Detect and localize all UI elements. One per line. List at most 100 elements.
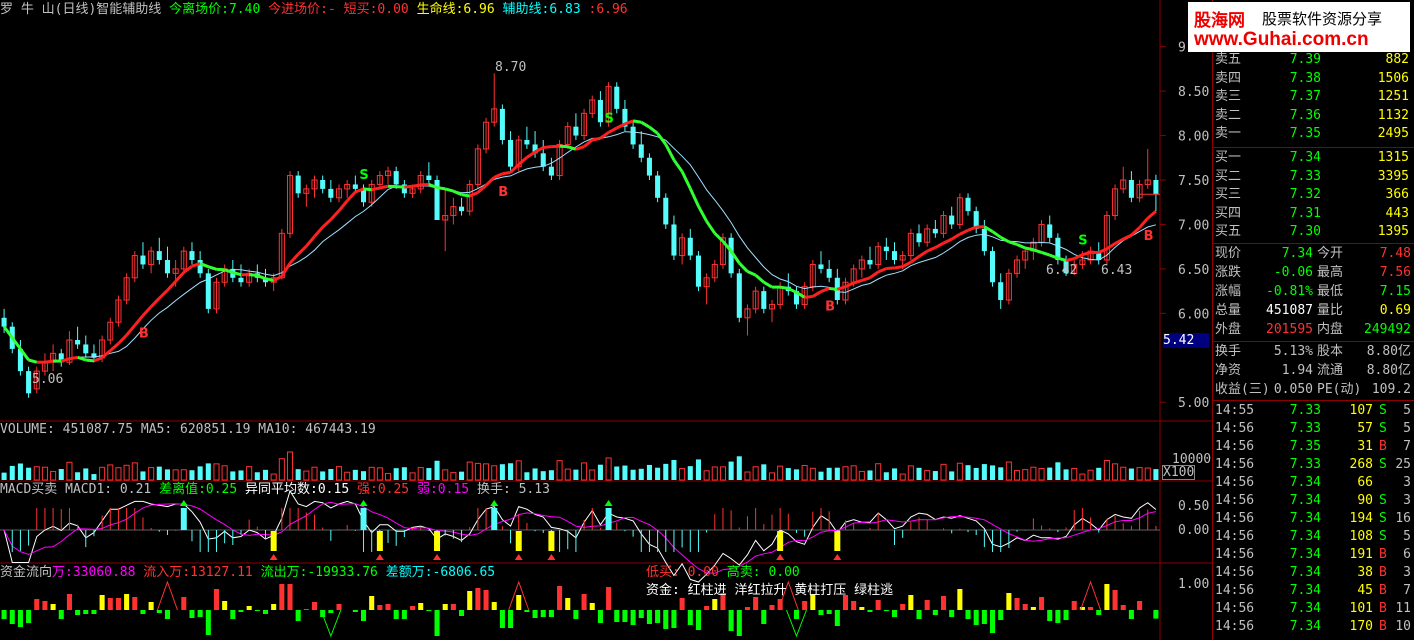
bid-row[interactable]: 买五 7.30 1395 xyxy=(1213,223,1414,241)
ask-row[interactable]: 卖二 7.36 1132 xyxy=(1213,107,1414,125)
fund-bar xyxy=(450,604,456,610)
fund-bar xyxy=(107,598,113,610)
stat-row[interactable]: 外盘 201595 内盘 249492 xyxy=(1213,321,1414,339)
candle-down xyxy=(671,224,677,256)
volume-bar xyxy=(1128,468,1134,480)
price-tick-label: 8.50 xyxy=(1178,85,1209,100)
stat-label: 今开 xyxy=(1317,246,1344,261)
volume-bar xyxy=(655,467,661,480)
stat-row[interactable]: 涨跌 -0.06 最高 7.56 xyxy=(1213,264,1414,282)
fund-bar xyxy=(867,610,873,612)
life-line-segment xyxy=(812,290,822,298)
bid-row[interactable]: 买一 7.34 1315 xyxy=(1213,149,1414,167)
volume-bar xyxy=(728,461,734,480)
volume-bar xyxy=(842,466,849,481)
stat-label: 最低 xyxy=(1317,284,1344,299)
fund-bar xyxy=(369,596,375,610)
candle-down xyxy=(597,100,603,123)
bid-row[interactable]: 买三 7.32 366 xyxy=(1213,186,1414,204)
ad-url[interactable]: www.Guhai.com.cn xyxy=(1194,29,1369,51)
fund-bar xyxy=(728,610,734,631)
tick-time: 14:56 xyxy=(1215,547,1255,562)
tick-row[interactable]: 14:56 7.34 101 B 11 xyxy=(1213,600,1414,618)
macd-up-signal xyxy=(491,508,498,530)
life-line-segment xyxy=(526,150,536,159)
volume-bar xyxy=(1014,470,1021,481)
life-line-segment xyxy=(305,235,316,248)
fund-bar xyxy=(491,602,497,610)
fund-wan-value: 33060.88 xyxy=(72,565,136,580)
ask-row[interactable]: 卖四 7.38 1506 xyxy=(1213,70,1414,88)
volume-bar xyxy=(115,467,122,481)
ask-row[interactable]: 卖三 7.37 1251 xyxy=(1213,88,1414,106)
volume-bar xyxy=(1005,461,1012,481)
volume-bar xyxy=(221,465,228,481)
life-line-segment xyxy=(346,190,357,202)
volume-bar xyxy=(564,468,571,481)
tick-row[interactable]: 14:56 7.34 194 S 16 xyxy=(1213,510,1414,528)
life-line-segment xyxy=(265,277,274,282)
macd-down-signal xyxy=(834,531,841,551)
strong-label: 强: xyxy=(357,482,378,497)
life-line-segment xyxy=(469,191,479,198)
tick-row[interactable]: 14:56 7.34 170 B 10 xyxy=(1213,618,1414,636)
macd-up-signal xyxy=(180,508,187,530)
tick-row[interactable]: 14:56 7.33 268 S 25 xyxy=(1213,456,1414,474)
volume-bar xyxy=(630,469,636,480)
fund-bar xyxy=(1055,610,1061,623)
tick-row[interactable]: 14:56 7.33 57 S 5 xyxy=(1213,420,1414,438)
life-line-segment xyxy=(1057,256,1067,262)
volume-bar xyxy=(932,471,938,480)
tick-row[interactable]: 14:55 7.33 107 S 5 xyxy=(1213,402,1414,420)
aux-line-label: 辅助线: xyxy=(502,2,550,17)
tick-count: 6 xyxy=(1403,547,1411,562)
fund-bar xyxy=(1120,605,1126,610)
bid-row[interactable]: 买二 7.33 3395 xyxy=(1213,168,1414,186)
fund-bar xyxy=(679,598,685,610)
ask-label: 卖一 xyxy=(1215,126,1242,141)
volume-bar xyxy=(540,471,546,480)
life-line-segment xyxy=(280,262,292,278)
fund-bar xyxy=(295,610,301,621)
volume-bar xyxy=(1087,469,1094,481)
volume-bar xyxy=(303,470,310,481)
ask-row[interactable]: 卖一 7.35 2495 xyxy=(1213,125,1414,143)
fund-stat-row[interactable]: 换手 5.13% 股本 8.80亿 xyxy=(1213,343,1414,361)
fund-stat-row[interactable]: 净资 1.94 流通 8.80亿 xyxy=(1213,362,1414,380)
tick-row[interactable]: 14:56 7.34 108 S 5 xyxy=(1213,528,1414,546)
fund-stat-row[interactable]: 收益(三) 0.050 PE(动) 109.2 xyxy=(1213,381,1414,399)
stat-row[interactable]: 总量 451087 量比 0.69 xyxy=(1213,302,1414,320)
tick-row[interactable]: 14:56 7.34 191 B 6 xyxy=(1213,546,1414,564)
chart-header: 罗 牛 山(日线)智能辅助线 今离场价:7.40 今进场价:- 短买:0.00 … xyxy=(0,2,628,17)
kline-chart[interactable]: 9 8.50 8.00 7.50 7.00 6.50 6.00 5.00 B S B S B S B xyxy=(0,0,1212,640)
tick-row[interactable]: 14:56 7.34 66 3 xyxy=(1213,474,1414,492)
avg-value: 0.15 xyxy=(317,482,350,497)
tick-divider xyxy=(1213,400,1414,401)
exit-price-label: 今离场价: xyxy=(169,2,229,17)
fund-bar xyxy=(303,609,309,610)
fund-stat-label: 换手 xyxy=(1215,344,1242,359)
tick-row[interactable]: 14:56 7.34 45 B 7 xyxy=(1213,582,1414,600)
guhai-ad-banner[interactable]: 股海网 股票软件资源分享 www.Guhai.com.cn xyxy=(1188,2,1410,52)
tick-row[interactable]: 14:56 7.35 31 B 7 xyxy=(1213,438,1414,456)
candle-down xyxy=(164,260,170,274)
tick-row[interactable]: 14:56 7.34 90 S 3 xyxy=(1213,492,1414,510)
chart-area[interactable]: 9 8.50 8.00 7.50 7.00 6.50 6.00 5.00 B S B S B S B 罗 牛… xyxy=(0,0,1212,640)
fund-bar xyxy=(802,601,808,610)
stat-row[interactable]: 涨幅 -0.81% 最低 7.15 xyxy=(1213,283,1414,301)
candle-down xyxy=(197,260,203,274)
candle-down xyxy=(949,215,955,225)
tick-row[interactable]: 14:56 7.34 38 B 3 xyxy=(1213,564,1414,582)
stat-label: 内盘 xyxy=(1317,322,1344,337)
fund-bar xyxy=(581,594,587,610)
volume-bar xyxy=(761,464,767,480)
macd1-value: MACD1: 0.21 xyxy=(65,482,152,497)
bid-row[interactable]: 买四 7.31 443 xyxy=(1213,205,1414,223)
stat-row[interactable]: 现价 7.34 今开 7.48 xyxy=(1213,245,1414,263)
volume-bar xyxy=(499,464,505,480)
tick-volume: 268 xyxy=(1349,457,1373,472)
order-book-divider xyxy=(1213,147,1414,148)
ask-row[interactable]: 卖五 7.39 882 xyxy=(1213,51,1414,69)
fund-bar xyxy=(156,610,162,613)
volume-bar xyxy=(295,469,301,480)
